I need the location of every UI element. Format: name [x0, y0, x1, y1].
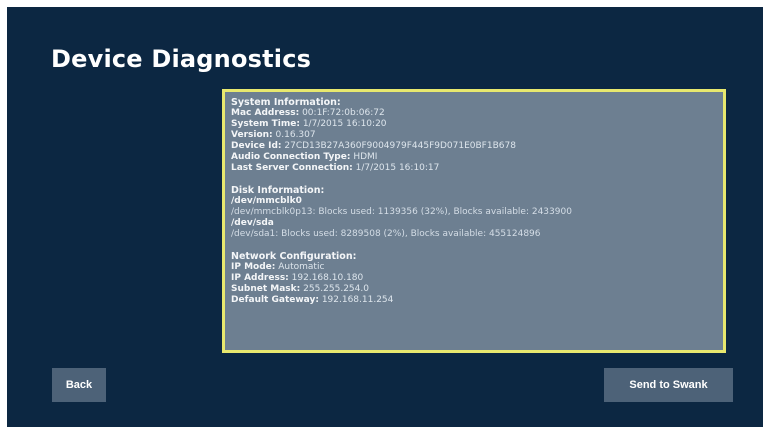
mac-address-row: Mac Address: 00:1F:72:0b:06:72 — [231, 108, 385, 118]
device-id-row: Device Id: 27CD13B27A360F9004979F445F9D0… — [231, 141, 516, 151]
last-server-connection-row: Last Server Connection: 1/7/2015 16:10:1… — [231, 163, 440, 173]
disk-info-heading: Disk Information: — [231, 185, 325, 196]
network-config-heading: Network Configuration: — [231, 251, 357, 262]
diagnostics-screen: Device Diagnostics System Information: M… — [7, 7, 763, 427]
system-time-row: System Time: 1/7/2015 16:10:20 — [231, 119, 387, 129]
disk-device-detail: /dev/mmcblk0p13: Blocks used: 1139356 (3… — [231, 207, 572, 217]
ip-address-row: IP Address: 192.168.10.180 — [231, 273, 364, 283]
page-title: Device Diagnostics — [51, 45, 312, 73]
system-info-heading: System Information: — [231, 97, 341, 108]
subnet-mask-row: Subnet Mask: 255.255.254.0 — [231, 284, 369, 294]
ip-mode-row: IP Mode: Automatic — [231, 262, 325, 272]
default-gateway-row: Default Gateway: 192.168.11.254 — [231, 295, 394, 305]
diagnostics-panel[interactable]: System Information: Mac Address: 00:1F:7… — [222, 89, 726, 353]
version-row: Version: 0.16.307 — [231, 130, 316, 140]
back-button[interactable]: Back — [52, 368, 106, 402]
send-to-swank-button[interactable]: Send to Swank — [604, 368, 733, 402]
disk-device-name: /dev/mmcblk0 — [231, 196, 302, 206]
disk-device-name: /dev/sda — [231, 218, 274, 228]
disk-device-detail: /dev/sda1: Blocks used: 8289508 (2%), Bl… — [231, 229, 541, 239]
audio-connection-row: Audio Connection Type: HDMI — [231, 152, 378, 162]
